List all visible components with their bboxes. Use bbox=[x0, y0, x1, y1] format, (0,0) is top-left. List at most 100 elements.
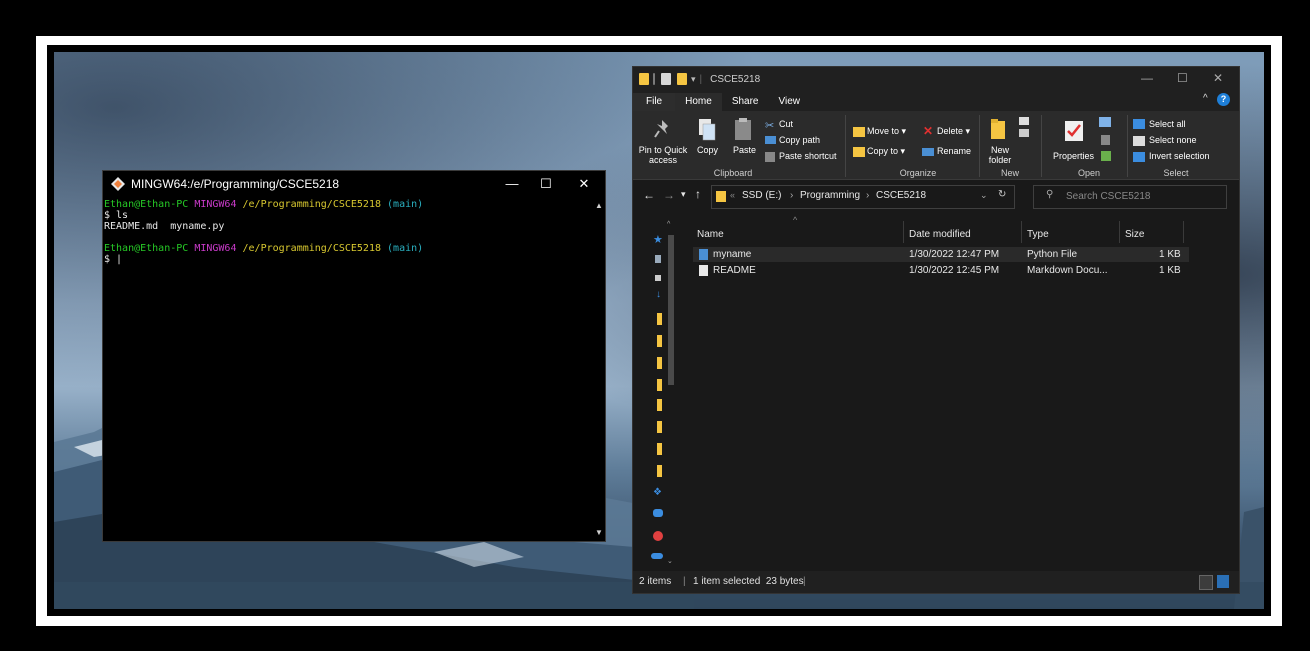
cloud-icon[interactable] bbox=[651, 553, 663, 559]
tab-view[interactable]: View bbox=[769, 93, 811, 111]
scroll-up-icon[interactable]: ^ bbox=[667, 221, 670, 228]
move-to-button[interactable]: Move to ▾ bbox=[867, 126, 906, 137]
refresh-icon[interactable]: ↻ bbox=[998, 189, 1006, 200]
terminal-close-button[interactable]: ✕ bbox=[569, 174, 599, 194]
quick-access-dropdown-icon[interactable]: ▾ bbox=[691, 74, 696, 85]
column-divider[interactable] bbox=[1021, 221, 1022, 243]
folder-icon[interactable] bbox=[657, 421, 662, 433]
scroll-down-icon[interactable]: ⌄ bbox=[667, 557, 673, 565]
folder-icon[interactable] bbox=[657, 335, 662, 347]
tab-home[interactable]: Home bbox=[675, 93, 722, 111]
terminal-minimize-button[interactable]: — bbox=[497, 174, 527, 194]
cut-button[interactable]: Cut bbox=[779, 119, 793, 129]
prompt-user: Ethan@Ethan-PC bbox=[104, 243, 189, 254]
quick-access-star-icon[interactable]: ★ bbox=[653, 233, 663, 246]
onedrive-icon[interactable] bbox=[653, 509, 663, 517]
folder-icon[interactable] bbox=[657, 357, 662, 369]
new-folder-icon[interactable] bbox=[677, 73, 687, 85]
copy-button[interactable]: Copy bbox=[697, 145, 718, 155]
creative-cloud-icon[interactable] bbox=[653, 531, 663, 541]
terminal-output[interactable]: Ethan@Ethan-PC MINGW64 /e/Programming/CS… bbox=[103, 199, 594, 541]
tab-share[interactable]: Share bbox=[722, 93, 769, 111]
invert-selection-button[interactable]: Invert selection bbox=[1149, 151, 1210, 161]
explorer-close-button[interactable]: ✕ bbox=[1213, 71, 1223, 85]
copy-to-button[interactable]: Copy to ▾ bbox=[867, 146, 905, 157]
item-count: 2 items bbox=[639, 576, 672, 587]
properties-button[interactable]: Properties bbox=[1053, 151, 1094, 161]
breadcrumb-csce5218[interactable]: CSCE5218 bbox=[876, 190, 926, 201]
explorer-titlebar[interactable]: ▾ | CSCE5218 — ☐ ✕ bbox=[633, 67, 1239, 91]
paste-button[interactable]: Paste bbox=[733, 145, 756, 155]
terminal-window[interactable]: MINGW64:/e/Programming/CSCE5218 — ☐ ✕ Et… bbox=[102, 170, 606, 542]
copy-path-button[interactable]: Copy path bbox=[779, 135, 820, 145]
breadcrumb-ssd[interactable]: SSD (E:) bbox=[742, 190, 781, 201]
breadcrumb-programming[interactable]: Programming bbox=[800, 190, 860, 201]
scroll-down-icon[interactable]: ▼ bbox=[594, 528, 604, 537]
tab-file[interactable]: File bbox=[633, 93, 676, 111]
explorer-minimize-button[interactable]: — bbox=[1141, 71, 1153, 85]
select-all-icon bbox=[1133, 119, 1145, 129]
up-arrow-icon[interactable]: ↑ bbox=[695, 187, 701, 201]
column-date-modified[interactable]: Date modified bbox=[909, 229, 971, 240]
explorer-maximize-button[interactable]: ☐ bbox=[1177, 71, 1188, 85]
column-divider[interactable] bbox=[1119, 221, 1120, 243]
new-folder-button[interactable]: New folder bbox=[987, 145, 1013, 165]
ribbon-home: Pin to Quick access Copy Paste ✂ Cut Cop… bbox=[633, 111, 1239, 180]
navigation-pane[interactable]: ★ ↓ ❖ ^ ⌄ bbox=[633, 213, 679, 571]
folder-icon[interactable] bbox=[657, 443, 662, 455]
folder-icon[interactable] bbox=[657, 379, 662, 391]
nav-scrollbar[interactable]: ^ ⌄ bbox=[666, 219, 676, 571]
collapse-ribbon-icon[interactable]: ^ bbox=[1203, 93, 1208, 104]
help-icon[interactable]: ? bbox=[1217, 93, 1230, 106]
prompt-user: Ethan@Ethan-PC bbox=[104, 199, 189, 210]
terminal-scrollbar[interactable]: ▲ ▼ bbox=[593, 197, 605, 541]
file-type: Markdown Docu... bbox=[1027, 265, 1108, 276]
terminal-prompt-line: Ethan@Ethan-PC MINGW64 /e/Programming/CS… bbox=[104, 243, 594, 254]
file-name: README bbox=[713, 265, 756, 276]
properties-check-icon[interactable] bbox=[661, 73, 671, 85]
chevron-right-icon[interactable]: › bbox=[866, 190, 869, 201]
prompt-env: MINGW64 bbox=[194, 243, 237, 254]
address-dropdown-icon[interactable]: ⌄ bbox=[980, 190, 988, 201]
table-row[interactable]: README 1/30/2022 12:45 PM Markdown Docu.… bbox=[693, 263, 1189, 278]
column-size[interactable]: Size bbox=[1125, 229, 1144, 240]
back-arrow-icon[interactable]: ← bbox=[643, 188, 655, 202]
file-date: 1/30/2022 12:45 PM bbox=[909, 265, 1000, 276]
file-list[interactable]: ^ Name Date modified Type Size myname 1/… bbox=[685, 213, 1239, 571]
chevron-right-icon[interactable]: › bbox=[790, 190, 793, 201]
dropbox-icon[interactable]: ❖ bbox=[653, 487, 662, 498]
documents-icon[interactable] bbox=[655, 275, 661, 281]
terminal-titlebar[interactable]: MINGW64:/e/Programming/CSCE5218 — ☐ ✕ bbox=[103, 171, 605, 197]
folder-icon[interactable] bbox=[657, 465, 662, 477]
column-name[interactable]: Name bbox=[697, 229, 724, 240]
file-explorer-window[interactable]: ▾ | CSCE5218 — ☐ ✕ File Home Share View … bbox=[632, 66, 1240, 594]
scroll-thumb[interactable] bbox=[668, 235, 674, 385]
scroll-up-icon[interactable]: ▲ bbox=[594, 201, 604, 210]
terminal-maximize-button[interactable]: ☐ bbox=[531, 174, 561, 194]
column-divider[interactable] bbox=[903, 221, 904, 243]
column-type[interactable]: Type bbox=[1027, 229, 1049, 240]
select-all-button[interactable]: Select all bbox=[1149, 119, 1186, 129]
rename-button[interactable]: Rename bbox=[937, 146, 971, 156]
search-input[interactable]: ⚲ Search CSCE5218 bbox=[1033, 185, 1227, 209]
large-icons-view-icon[interactable] bbox=[1217, 575, 1229, 588]
terminal-title: MINGW64:/e/Programming/CSCE5218 bbox=[131, 177, 340, 191]
pin-to-quick-access-button[interactable]: Pin to Quick access bbox=[637, 145, 689, 165]
select-none-button[interactable]: Select none bbox=[1149, 135, 1197, 145]
folder-icon[interactable] bbox=[657, 399, 662, 411]
column-divider[interactable] bbox=[1183, 221, 1184, 243]
downloads-icon[interactable]: ↓ bbox=[656, 289, 661, 300]
paste-shortcut-button[interactable]: Paste shortcut bbox=[779, 151, 837, 161]
ribbon-divider bbox=[845, 115, 846, 177]
recent-locations-icon[interactable]: ▾ bbox=[681, 189, 686, 200]
address-path[interactable]: « SSD (E:) › Programming › CSCE5218 ⌄ ↻ bbox=[711, 185, 1015, 209]
desktop-icon[interactable] bbox=[655, 255, 661, 263]
delete-button[interactable]: Delete ▾ bbox=[937, 126, 970, 137]
folder-icon[interactable] bbox=[657, 313, 662, 325]
details-view-icon[interactable] bbox=[1199, 575, 1213, 590]
terminal-input-line[interactable]: $ | bbox=[104, 254, 594, 265]
edit-icon bbox=[1101, 135, 1110, 145]
table-row[interactable]: myname 1/30/2022 12:47 PM Python File 1 … bbox=[693, 247, 1189, 262]
breadcrumb-overflow-icon[interactable]: « bbox=[730, 190, 735, 200]
forward-arrow-icon[interactable]: → bbox=[663, 188, 675, 202]
